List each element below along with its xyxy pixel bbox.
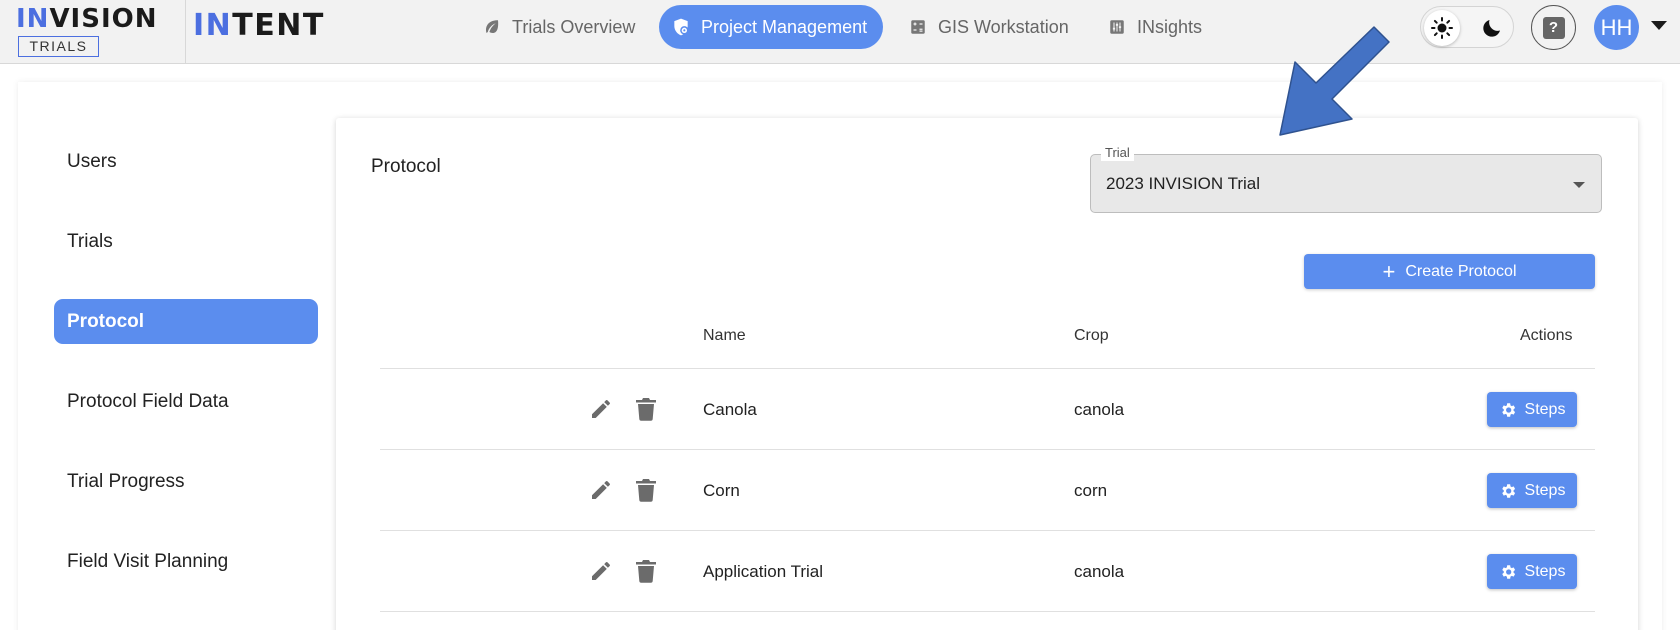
edit-icon[interactable]: [589, 559, 613, 583]
protocol-name: Canola: [703, 400, 757, 419]
dropdown-caret-icon: [1573, 182, 1585, 188]
protocol-name: Application Trial: [703, 562, 824, 581]
trial-select-label: Trial: [1101, 145, 1134, 161]
sidebar-item-protocol-field-data[interactable]: Protocol Field Data: [54, 379, 318, 424]
steps-button[interactable]: Steps: [1487, 554, 1577, 589]
logo-subtitle: TRIALS: [18, 36, 99, 57]
edit-icon[interactable]: [589, 397, 613, 421]
gear-icon: [1499, 401, 1517, 419]
table-divider: [380, 530, 1595, 531]
trial-select[interactable]: Trial 2023 INVISION Trial: [1090, 145, 1602, 213]
protocol-name: Corn: [703, 481, 740, 500]
gear-icon: [1499, 482, 1517, 500]
delete-icon[interactable]: [636, 478, 656, 502]
column-header-name[interactable]: Name: [703, 327, 746, 345]
column-header-actions: Actions: [1520, 327, 1573, 344]
sidebar-item-field-visit-planning[interactable]: Field Visit Planning: [54, 539, 318, 584]
avatar[interactable]: HH: [1594, 5, 1639, 50]
column-header-crop[interactable]: Crop: [1074, 327, 1109, 345]
chevron-down-icon[interactable]: [1651, 21, 1667, 30]
table-divider: [380, 611, 1595, 612]
help-icon: ?: [1542, 16, 1565, 39]
delete-icon[interactable]: [636, 559, 656, 583]
table-divider: [380, 368, 1595, 369]
steps-label: Steps: [1524, 562, 1566, 580]
calculator-icon: [908, 17, 928, 37]
nav-trials-overview[interactable]: Trials Overview: [470, 5, 651, 49]
edit-icon[interactable]: [589, 478, 613, 502]
sidebar-item-trial-progress[interactable]: Trial Progress: [54, 459, 318, 504]
delete-icon[interactable]: [636, 397, 656, 421]
annotation-arrow-icon: [1279, 26, 1390, 136]
leaf-icon: [482, 17, 502, 37]
help-button[interactable]: ?: [1531, 5, 1576, 50]
gear-icon: [1499, 563, 1517, 581]
moon-icon[interactable]: [1474, 10, 1510, 46]
nav-label: GIS Workstation: [938, 16, 1069, 37]
trial-select-value: 2023 INVISION Trial: [1106, 174, 1261, 193]
top-bar: INVISION TRIALS INTENT Trials Overview P…: [0, 0, 1680, 64]
invision-trials-logo[interactable]: INVISION TRIALS: [16, 4, 186, 58]
create-protocol-button[interactable]: + Create Protocol: [1304, 254, 1595, 289]
steps-button[interactable]: Steps: [1487, 473, 1577, 508]
logo-word: INVISION: [16, 4, 158, 34]
sliders-icon: [1107, 17, 1127, 37]
steps-label: Steps: [1524, 481, 1566, 499]
table-divider: [380, 449, 1595, 450]
steps-button[interactable]: Steps: [1487, 392, 1577, 427]
intent-logo[interactable]: INTENT: [193, 8, 325, 43]
plus-icon: +: [1382, 258, 1396, 284]
nav-project-management[interactable]: Project Management: [659, 5, 884, 49]
protocol-crop: canola: [1074, 562, 1125, 581]
nav-label: INsights: [1137, 16, 1203, 37]
theme-toggle[interactable]: [1420, 6, 1514, 48]
sidebar-item-users[interactable]: Users: [54, 139, 318, 184]
sun-icon[interactable]: [1424, 10, 1460, 46]
page-title: Protocol: [371, 156, 441, 177]
sidebar-item-protocol[interactable]: Protocol: [54, 299, 318, 344]
protocol-crop: canola: [1074, 400, 1125, 419]
nav-insights[interactable]: INsights: [1095, 5, 1218, 49]
nav-label: Project Management: [701, 16, 868, 37]
protocol-crop: corn: [1074, 481, 1108, 500]
steps-label: Steps: [1524, 400, 1566, 418]
logo-divider: [185, 0, 186, 64]
create-protocol-label: Create Protocol: [1405, 262, 1517, 280]
sidebar-item-trials[interactable]: Trials: [54, 219, 318, 264]
shield-gear-icon: [671, 17, 691, 37]
nav-label: Trials Overview: [512, 16, 636, 37]
nav-gis-workstation[interactable]: GIS Workstation: [896, 5, 1085, 49]
